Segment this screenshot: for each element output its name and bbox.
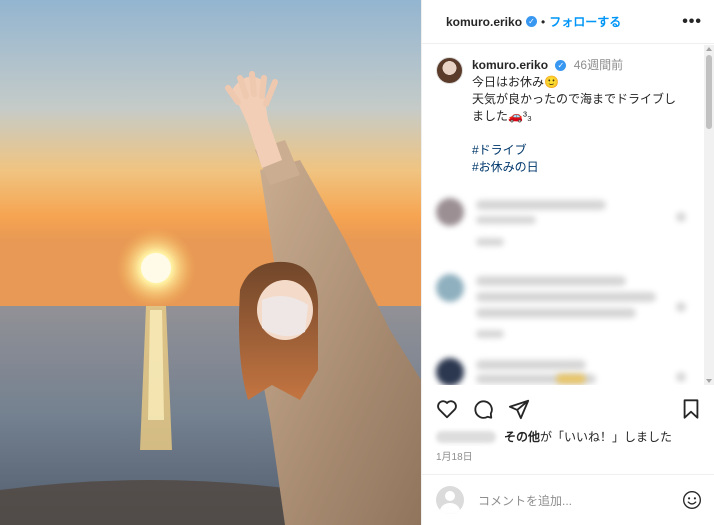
caption-timestamp[interactable]: 46週間前 <box>574 58 623 72</box>
author-avatar[interactable] <box>436 57 463 84</box>
blurred-liker-name <box>436 430 496 443</box>
hashtag-link[interactable]: #お休みの日 <box>472 159 676 176</box>
header-username[interactable]: komuro.eriko <box>446 15 522 29</box>
more-options-icon[interactable]: ••• <box>682 13 702 31</box>
scroll-up-arrow-icon[interactable] <box>706 47 712 51</box>
comment-input[interactable]: コメントを追加... <box>478 492 682 509</box>
comments-list[interactable]: komuro.eriko ✓ 46週間前 今日はお休み🙂 天気が良かったので海ま… <box>422 45 705 385</box>
caption-username[interactable]: komuro.eriko <box>472 58 548 72</box>
hashtag-link[interactable]: #ドライブ <box>472 142 676 159</box>
likes-text: が「いいね！」しました <box>540 430 673 444</box>
blurred-comment <box>436 274 705 354</box>
caption-line: ました🚗³₃ <box>472 109 532 123</box>
post-photo[interactable] <box>0 0 421 525</box>
viewer-avatar <box>436 486 464 514</box>
sunset-photo-image <box>0 0 421 525</box>
bookmark-icon[interactable] <box>680 398 702 420</box>
scroll-down-arrow-icon[interactable] <box>706 379 712 383</box>
verified-badge-icon: ✓ <box>555 60 567 72</box>
likes-summary[interactable]: その他 が「いいね！」しました <box>436 428 672 445</box>
likes-others[interactable]: その他 <box>504 428 540 445</box>
caption-line: 天気が良かったので海までドライブし <box>472 92 677 106</box>
post-header: komuro.eriko ✓ • フォローする ••• <box>422 0 714 44</box>
caption-text: 今日はお休み🙂 天気が良かったので海までドライブし ました🚗³₃ #ドライブ #… <box>472 74 676 176</box>
follow-button[interactable]: フォローする <box>549 13 621 30</box>
header-separator: • <box>541 14 546 29</box>
add-comment-bar: コメントを追加... <box>422 474 714 525</box>
heart-icon[interactable] <box>436 398 458 420</box>
blurred-comment <box>436 354 705 385</box>
scrollbar-thumb[interactable] <box>706 55 712 129</box>
comment-icon[interactable] <box>472 398 494 420</box>
emoji-icon[interactable] <box>682 490 702 510</box>
post-sidebar: komuro.eriko ✓ • フォローする ••• komuro.eriko… <box>421 0 714 525</box>
blurred-comment <box>436 194 705 274</box>
comments-scrollbar[interactable] <box>704 45 714 385</box>
share-icon[interactable] <box>508 398 530 420</box>
post-date[interactable]: 1月18日 <box>436 448 473 463</box>
post-caption: komuro.eriko ✓ 46週間前 今日はお休み🙂 天気が良かったので海ま… <box>422 45 705 176</box>
caption-line: 今日はお休み🙂 <box>472 75 559 89</box>
verified-badge-icon: ✓ <box>526 16 538 27</box>
post-actions <box>436 396 702 422</box>
